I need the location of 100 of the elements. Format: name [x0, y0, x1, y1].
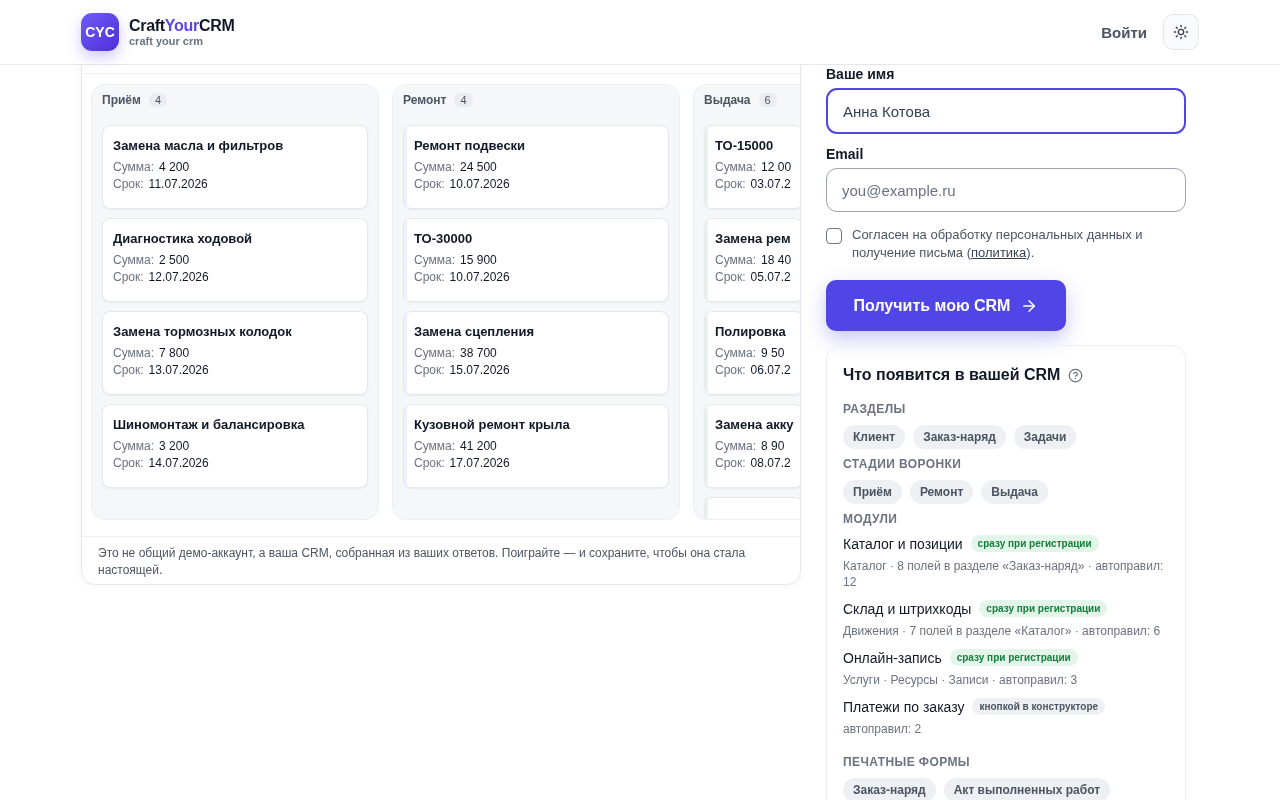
sum-label: Сумма: [113, 346, 155, 360]
sum-label: Сумма: [715, 160, 757, 174]
due-value: 11.07.2026 [148, 177, 208, 191]
email-label: Email [826, 146, 865, 162]
sum-value: 24 500 [460, 160, 497, 174]
sum-value: 15 900 [460, 253, 497, 267]
deal-title: ТО-30000 [414, 231, 474, 246]
column-title: Ремонт [403, 93, 447, 107]
tag: Заказ-наряд [913, 425, 1006, 449]
deal-title: Замена акку [715, 417, 795, 432]
sum-label: Сумма: [113, 253, 155, 267]
module-details: Каталог · 8 полей в разделе «Заказ-наряд» · автоправил: 12 [843, 558, 1165, 590]
deal-title: Полировка [715, 324, 787, 339]
tag: Выдача [981, 480, 1048, 504]
sum-label: Сумма: [414, 346, 456, 360]
sum-value: 38 700 [460, 346, 497, 360]
due-label: Срок: [414, 363, 445, 377]
name-input[interactable]: Анна Котова [826, 88, 1186, 134]
section-heading: ПЕЧАТНЫЕ ФОРМЫ [843, 755, 971, 769]
module-badge: кнопкой в конструкторе [972, 698, 1106, 715]
sum-label: Сумма: [414, 253, 456, 267]
due-value: 10.07.2026 [449, 270, 510, 284]
sum-value: 7 800 [159, 346, 190, 360]
tag: Ремонт [909, 480, 974, 504]
module-details: Движения · 7 полей в разделе «Каталог» · автоправил: 6 [843, 623, 1162, 639]
deal-card[interactable]: ТО-15000 Сумма: 12 00 Срок: 03.07.2 [704, 125, 800, 209]
due-value: 14.07.2026 [148, 456, 209, 470]
due-value: 17.07.2026 [449, 456, 510, 470]
due-value: 15.07.2026 [449, 363, 510, 377]
consent-text: Согласен на обработку персональных данных и получение письма (политика). [852, 226, 1144, 262]
deal-card[interactable]: Полировка Сумма: 9 50 Срок: 06.07.2 [704, 311, 800, 395]
due-value: 05.07.2 [750, 270, 791, 284]
tag: Задачи [1013, 425, 1077, 449]
due-value: 06.07.2 [750, 363, 791, 377]
sum-value: 4 200 [159, 160, 190, 174]
column-title: Выдача [704, 93, 751, 107]
tag: Заказ-наряд [843, 778, 936, 800]
deal-title: Ремонт подвески [414, 138, 527, 153]
consent-checkbox[interactable] [826, 228, 842, 244]
column-title: Приём [102, 93, 141, 107]
sum-label: Сумма: [715, 346, 757, 360]
module-name: Склад и штрихкоды [843, 600, 972, 617]
sum-value: 12 00 [761, 160, 792, 174]
deal-title: Кузовной ремонт крыла [414, 417, 571, 432]
due-label: Срок: [113, 177, 144, 191]
due-value: 12.07.2026 [148, 270, 209, 284]
sum-label: Сумма: [414, 439, 456, 453]
sum-label: Сумма: [414, 160, 456, 174]
theme-toggle-button[interactable] [1163, 14, 1199, 50]
sum-label: Сумма: [715, 439, 757, 453]
deal-card[interactable]: Ремонт подвески Сумма: 24 500 Срок: 10.07.2026 [403, 125, 669, 209]
sum-label: Сумма: [113, 160, 155, 174]
sum-value: 3 200 [159, 439, 190, 453]
deal-card[interactable]: Замена масла и фильтров Сумма: 4 200 Срок: 11.07.2026 [102, 125, 368, 209]
module-details: Услуги · Ресурсы · Записи · автоправил: 3 [843, 672, 1079, 688]
module-details: автоправил: 2 [843, 721, 923, 737]
brand-name: CraftYourCRM [129, 17, 235, 35]
email-input[interactable]: you@example.ru [826, 168, 1186, 212]
due-value: 10.07.2026 [449, 177, 510, 191]
due-label: Срок: [414, 270, 445, 284]
due-value: 03.07.2 [750, 177, 791, 191]
demo-note: Это не общий демо-аккаунт, а ваша CRM, собранная из ваших ответов. Поиграйте — и сохраните, чтобы она стала настоящей. [82, 536, 800, 584]
deal-card[interactable]: ТО-30000 Сумма: 15 900 Срок: 10.07.2026 [403, 218, 669, 302]
tag: Акт выполненных работ [943, 778, 1111, 800]
deal-card[interactable]: Шиномонтаж и балансировка Сумма: 3 200 Срок: 14.07.2026 [102, 404, 368, 488]
module-badge: сразу при регистрации [970, 535, 1099, 552]
deal-card[interactable]: Замена акку Сумма: 8 90 Срок: 08.07.2 [704, 404, 800, 488]
due-label: Срок: [113, 270, 144, 284]
deal-title: Замена тормозных колодок [113, 324, 293, 339]
due-value: 08.07.2 [750, 456, 791, 470]
deal-card[interactable]: Замена тормозных колодок Сумма: 7 800 Срок: 13.07.2026 [102, 311, 368, 395]
due-label: Срок: [715, 270, 746, 284]
column-count: 6 [758, 93, 777, 107]
sum-value: 8 90 [761, 439, 785, 453]
deal-title: Замена сцепления [414, 324, 535, 339]
due-label: Срок: [715, 363, 746, 377]
deal-card[interactable]: Замена сцепления Сумма: 38 700 Срок: 15.07.2026 [403, 311, 669, 395]
logo[interactable]: CYC [81, 13, 119, 51]
preview-title: Что появится в вашей CRM [843, 366, 1061, 384]
deal-title: Замена рем [715, 231, 792, 246]
deal-card[interactable]: Диагностика ходовой Сумма: 2 500 Срок: 12.07.2026 [102, 218, 368, 302]
submit-button[interactable]: Получить мою CRM [826, 280, 1066, 331]
sum-label: Сумма: [113, 439, 155, 453]
sum-value: 2 500 [159, 253, 190, 267]
sun-icon [1173, 24, 1189, 40]
tag: Клиент [843, 425, 906, 449]
login-link[interactable]: Войти [1101, 23, 1147, 41]
sum-value: 41 200 [460, 439, 497, 453]
module-name: Онлайн-запись [843, 649, 942, 666]
sum-value: 18 40 [761, 253, 792, 267]
module-name: Платежи по заказу [843, 698, 965, 715]
deal-card[interactable]: Замена рем Сумма: 18 40 Срок: 05.07.2 [704, 218, 800, 302]
due-label: Срок: [715, 177, 746, 191]
module-name: Каталог и позиции [843, 535, 963, 552]
help-icon[interactable] [1068, 367, 1084, 383]
brand-tagline: craft your crm [129, 35, 204, 47]
deal-card[interactable]: Кузовной ремонт крыла Сумма: 41 200 Срок: 17.07.2026 [403, 404, 669, 488]
sum-label: Сумма: [715, 253, 757, 267]
section-heading: СТАДИИ ВОРОНКИ [843, 457, 963, 471]
due-label: Срок: [414, 177, 445, 191]
